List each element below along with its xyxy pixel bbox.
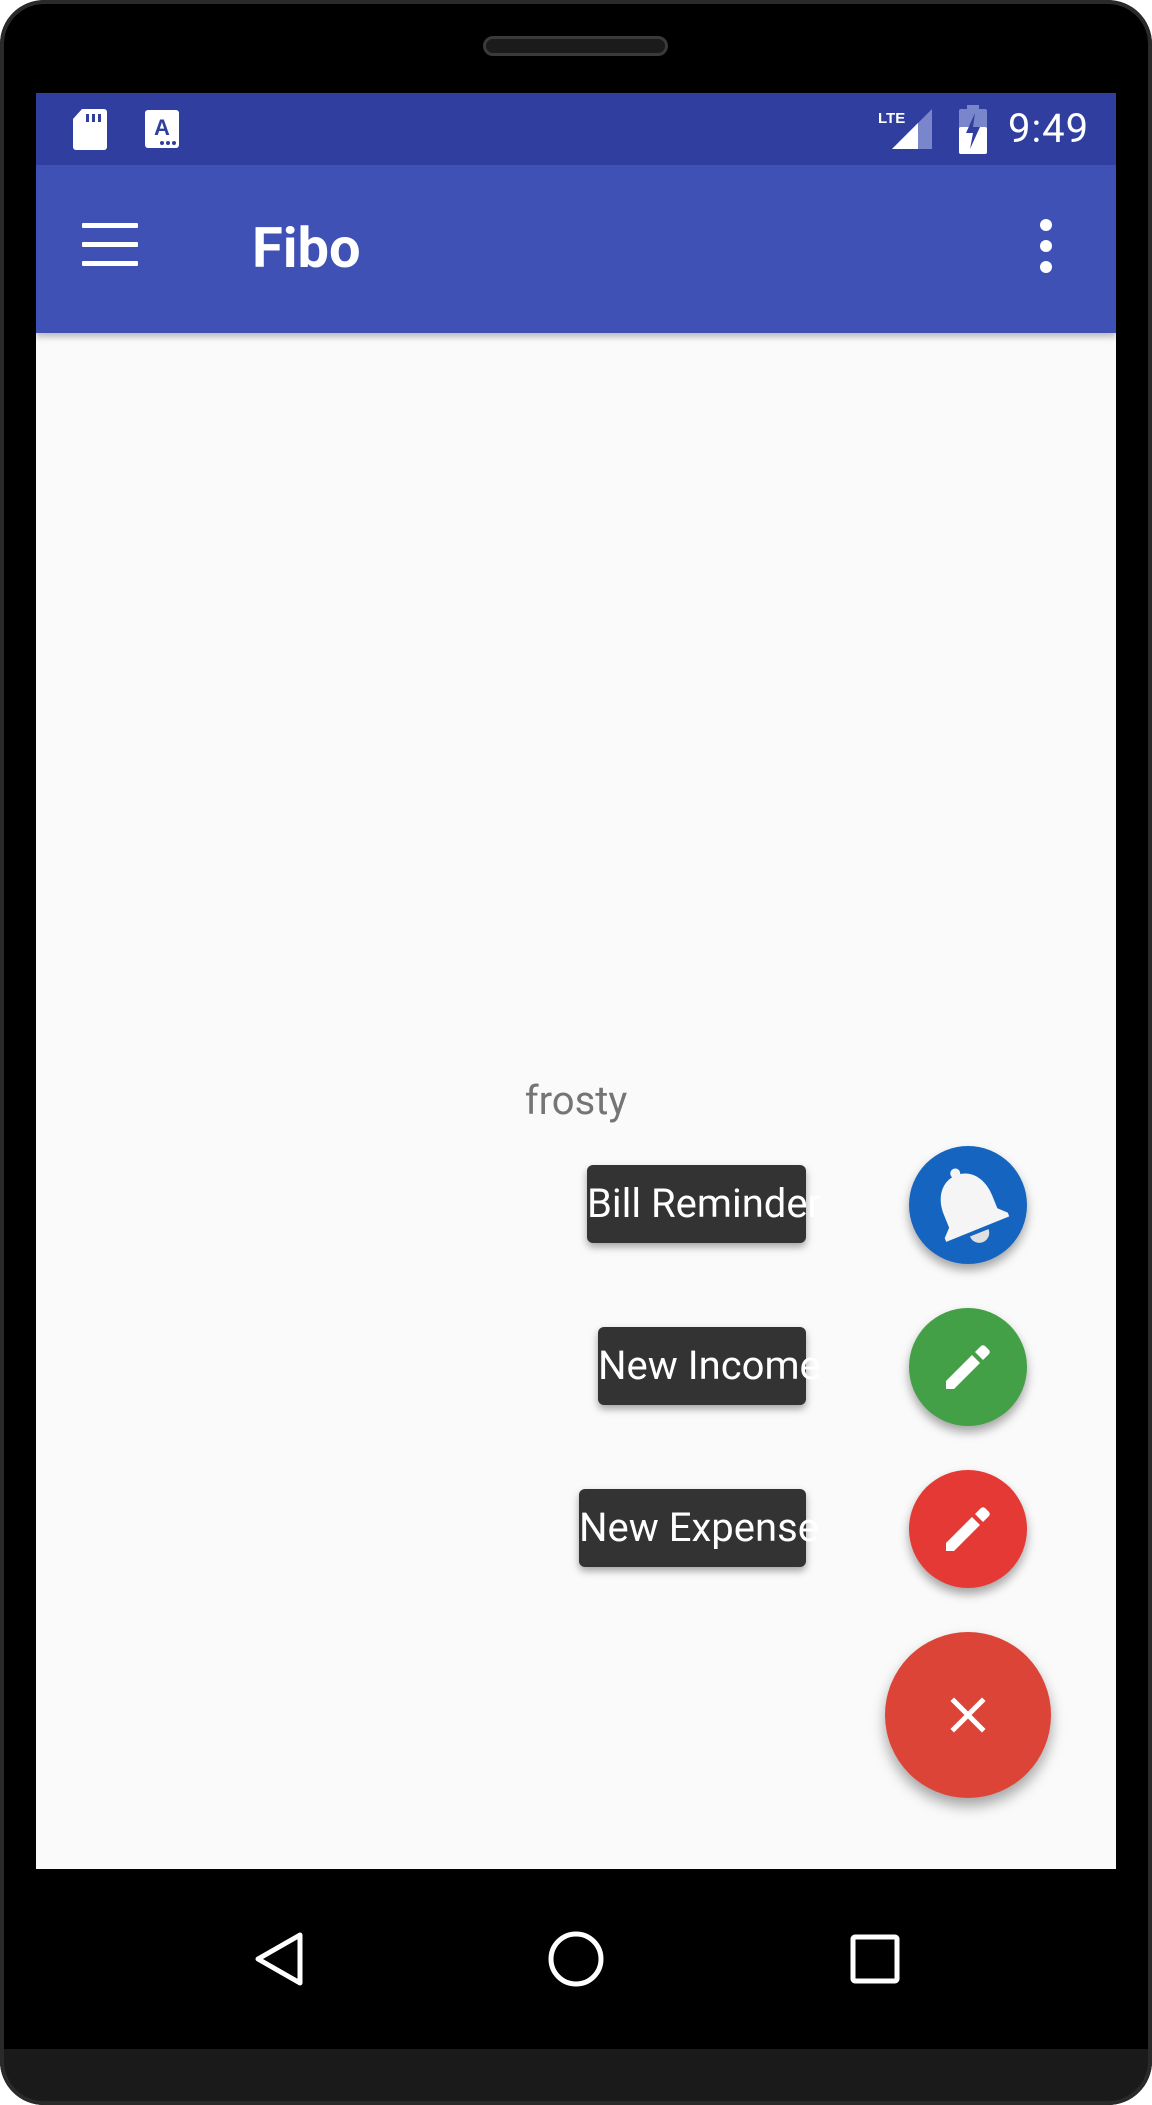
new-income-button[interactable] [909, 1308, 1027, 1426]
new-expense-button[interactable] [909, 1470, 1027, 1588]
back-icon [255, 1932, 303, 1986]
app-bar: Fibo [36, 165, 1116, 333]
close-icon [950, 1697, 986, 1733]
bill-reminder-label[interactable]: Bill Reminder [587, 1165, 821, 1243]
hamburger-menu-icon[interactable] [82, 223, 138, 267]
pencil-icon [946, 1345, 990, 1389]
new-income-label[interactable]: New Income [598, 1327, 821, 1405]
home-button[interactable] [528, 1911, 624, 2007]
more-vert-icon[interactable] [1036, 219, 1056, 273]
new-expense-label[interactable]: New Expense [579, 1489, 819, 1567]
status-bar: A LTE 9:49 [36, 93, 1116, 165]
close-fab-button[interactable] [885, 1632, 1051, 1798]
accessibility-a-icon: A [145, 110, 179, 148]
back-button[interactable] [232, 1911, 328, 2007]
sd-card-icon [73, 109, 107, 150]
recents-button[interactable] [827, 1911, 923, 2007]
bell-icon [940, 1168, 1010, 1243]
center-text: frosty [524, 1077, 628, 1124]
recents-icon [850, 1934, 900, 1984]
battery-charging-icon [959, 105, 987, 154]
phone-frame: A LTE 9:49 Fibo frosty Bill Reminder New… [0, 0, 1152, 2105]
app-screen: A LTE 9:49 Fibo frosty Bill Reminder New… [36, 93, 1116, 1869]
home-icon [548, 1931, 604, 1987]
page-title: Fibo [252, 215, 361, 281]
lte-signal-icon: LTE [878, 109, 932, 149]
status-time: 9:49 [1008, 105, 1090, 152]
phone-speaker [483, 36, 668, 56]
svg-text:LTE: LTE [878, 110, 905, 127]
bill-reminder-button[interactable] [909, 1146, 1027, 1264]
phone-chin [0, 2049, 1152, 2105]
pencil-icon [946, 1507, 990, 1551]
system-nav-bar [36, 1869, 1116, 2049]
svg-text:A: A [154, 115, 170, 140]
